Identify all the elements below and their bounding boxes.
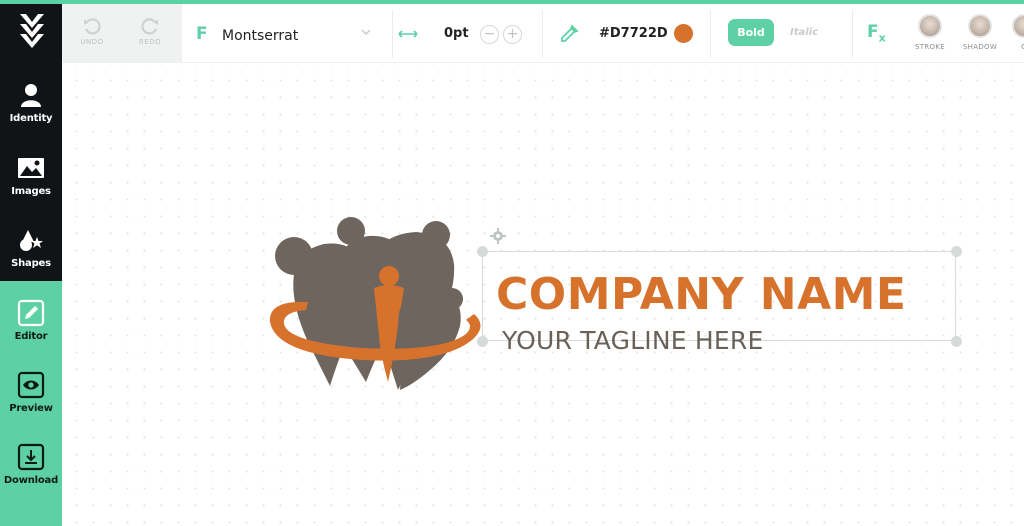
- redo-button[interactable]: REDO: [120, 16, 180, 56]
- glow-effect-thumb: [1012, 14, 1024, 38]
- undo-redo-group: UNDO REDO: [62, 4, 182, 63]
- font-name-value: Montserrat: [222, 28, 299, 44]
- sidebar-item-preview[interactable]: Preview: [0, 366, 62, 434]
- sidebar-item-label: Download: [3, 475, 59, 486]
- resize-handle-top-left[interactable]: [477, 246, 488, 257]
- italic-button[interactable]: Italic: [790, 27, 818, 38]
- chevron-down-icon: [361, 29, 371, 36]
- sidebar-item-download[interactable]: Download: [0, 438, 62, 506]
- sidebar-item-shapes[interactable]: Shapes: [0, 221, 62, 289]
- increase-spacing-button[interactable]: +: [503, 25, 522, 44]
- logo-editor-app: Identity Images Shapes Editor Preview Do…: [0, 0, 1024, 526]
- letter-spacing-value[interactable]: 0pt: [444, 26, 469, 41]
- editor-icon: [15, 298, 47, 328]
- effects-group: Fx STROKE SHADOW G: [856, 4, 1024, 63]
- color-hex-value[interactable]: #D7722D: [599, 26, 668, 41]
- shadow-effect-button[interactable]: SHADOW: [957, 14, 1003, 51]
- color-swatch[interactable]: [674, 24, 693, 43]
- stroke-effect-button[interactable]: STROKE: [907, 14, 953, 51]
- sidebar: Identity Images Shapes Editor Preview Do…: [0, 0, 62, 526]
- fx-icon: Fx: [867, 22, 886, 45]
- toolbar-divider: [542, 10, 543, 58]
- letter-spacing-icon: [398, 30, 418, 38]
- undo-button[interactable]: UNDO: [62, 16, 122, 56]
- sidebar-item-label: Preview: [9, 403, 53, 414]
- text-style-group: Bold Italic: [716, 4, 846, 63]
- company-name-text[interactable]: COMPANY NAME: [496, 269, 906, 320]
- sidebar-item-label: Editor: [14, 331, 48, 342]
- image-icon: [15, 153, 47, 183]
- sidebar-item-label: Identity: [9, 113, 53, 124]
- resize-handle-top-right[interactable]: [951, 246, 962, 257]
- download-icon: [15, 442, 47, 472]
- shapes-icon: [15, 225, 47, 255]
- shadow-effect-thumb: [968, 14, 992, 38]
- effect-label: STROKE: [915, 43, 945, 51]
- font-icon: F: [196, 24, 208, 44]
- sidebar-item-images[interactable]: Images: [0, 149, 62, 217]
- person-icon: [15, 80, 47, 110]
- redo-icon: [141, 18, 158, 35]
- sidebar-item-identity[interactable]: Identity: [0, 76, 62, 144]
- effect-label: SHADOW: [962, 43, 998, 51]
- redo-label: REDO: [138, 38, 162, 46]
- sidebar-item-editor[interactable]: Editor: [0, 294, 62, 362]
- editor-toolbar: UNDO REDO F Montserrat 0pt − + #D7722D B…: [62, 4, 1024, 63]
- top-accent-bar: [0, 0, 1024, 4]
- resize-handle-bottom-right[interactable]: [951, 336, 962, 347]
- gear-icon[interactable]: [490, 228, 506, 249]
- sidebar-item-label: Images: [11, 186, 51, 197]
- toolbar-divider: [710, 10, 711, 58]
- undo-icon: [84, 18, 101, 35]
- eyedropper-icon[interactable]: [559, 24, 579, 44]
- stroke-effect-thumb: [918, 14, 942, 38]
- letter-spacing-control: 0pt − +: [392, 4, 542, 63]
- sidebar-item-label: Shapes: [11, 258, 51, 269]
- color-control: #D7722D: [552, 4, 702, 63]
- decrease-spacing-button[interactable]: −: [480, 25, 499, 44]
- tagline-text[interactable]: YOUR TAGLINE HERE: [502, 326, 763, 355]
- resize-handle-bottom-left[interactable]: [477, 336, 488, 347]
- toolbar-divider: [852, 10, 853, 58]
- w-logo-icon[interactable]: [18, 12, 46, 48]
- font-family-select[interactable]: F Montserrat: [182, 4, 380, 63]
- design-canvas[interactable]: COMPANY NAME YOUR TAGLINE HERE: [62, 64, 1024, 526]
- undo-label: UNDO: [80, 38, 104, 46]
- bold-button[interactable]: Bold: [728, 19, 774, 46]
- eye-icon: [15, 370, 47, 400]
- glow-effect-button[interactable]: G: [1001, 14, 1024, 51]
